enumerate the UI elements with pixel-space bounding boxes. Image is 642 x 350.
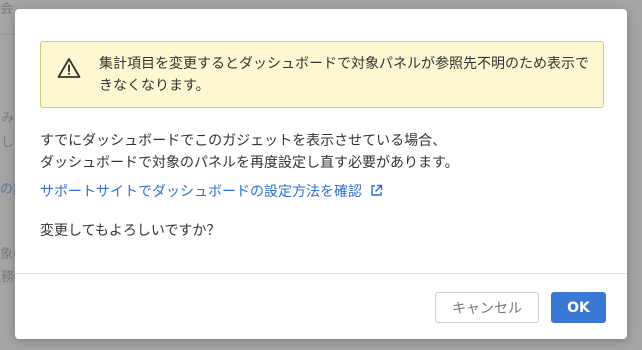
confirm-question: 変更してもよろしいですか？ [40, 223, 221, 239]
warning-banner: 集計項目を変更するとダッシュボードで対象パネルが参照先不明のため表示できなくなり… [40, 41, 604, 108]
confirm-dialog: 集計項目を変更するとダッシュボードで対象パネルが参照先不明のため表示できなくなり… [15, 9, 627, 339]
ok-button[interactable]: OK [551, 292, 606, 323]
external-link-icon [371, 184, 383, 196]
footer-divider [15, 273, 627, 274]
background-text-fragment: し [1, 135, 15, 150]
support-site-link-label: サポートサイトでダッシュボードの設定方法を確認 [40, 184, 362, 200]
support-site-link[interactable]: サポートサイトでダッシュボードの設定方法を確認 [40, 181, 383, 203]
background-text-fragment: 務 [1, 270, 15, 285]
cancel-button[interactable]: キャンセル [435, 292, 539, 323]
background-text-fragment: み [1, 111, 15, 126]
dialog-body: すでにダッシュボードでこのガジェットを表示させている場合、 ダッシュボードで対象… [40, 130, 610, 174]
warning-triangle-icon [57, 58, 81, 78]
warning-message: 集計項目を変更するとダッシュボードで対象パネルが参照先不明のため表示できなくなり… [99, 56, 589, 94]
body-line: すでにダッシュボードでこのガジェットを表示させている場合、 [40, 133, 447, 149]
background-divider [0, 34, 16, 35]
body-line: ダッシュボードで対象のパネルを再度設定し直す必要があります。 [40, 155, 459, 171]
background-text-fragment: 会 [0, 2, 14, 17]
